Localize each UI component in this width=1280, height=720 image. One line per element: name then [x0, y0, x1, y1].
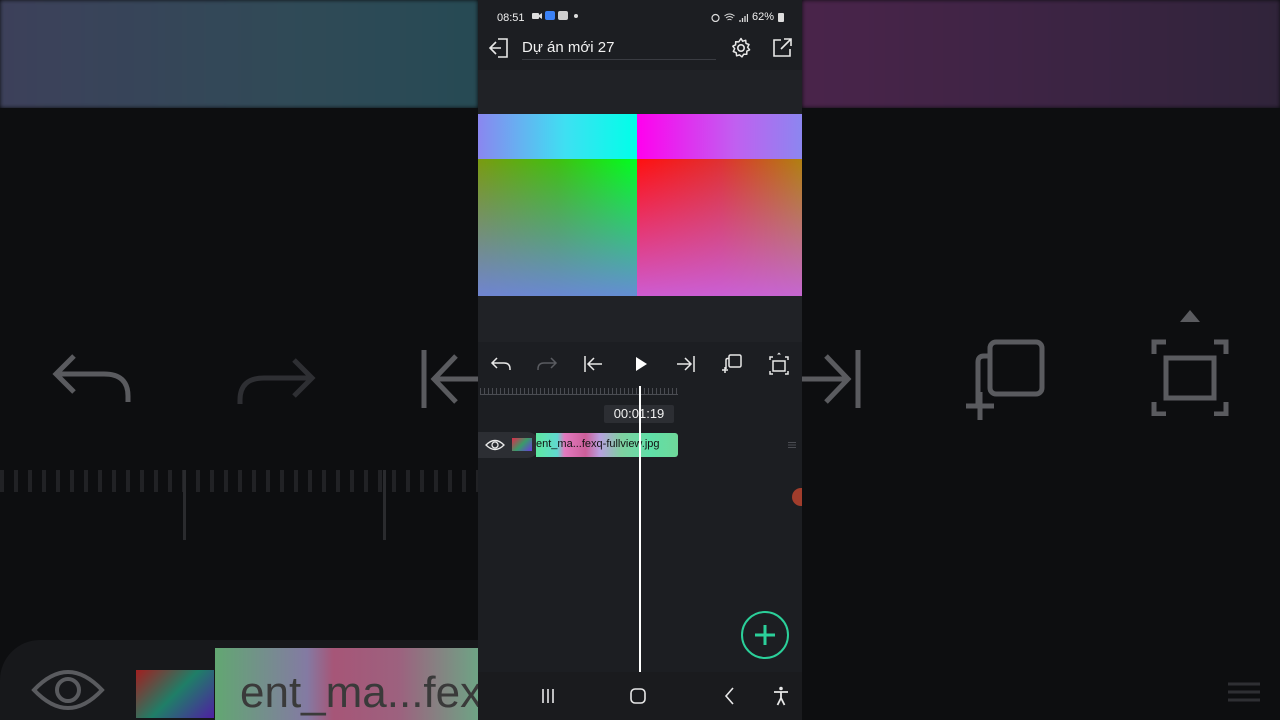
- redo-button[interactable]: [535, 352, 559, 376]
- ruler-baseline: [480, 394, 678, 395]
- backdrop-ruler-mark: [183, 470, 186, 540]
- preview-area: [478, 70, 802, 342]
- time-ruler[interactable]: [480, 388, 678, 406]
- title-underline: [522, 59, 716, 60]
- skip-to-end-button[interactable]: [674, 352, 698, 376]
- app-bar: Dự án mới 27: [478, 28, 802, 70]
- preview-quadrant: [637, 159, 802, 296]
- home-button[interactable]: [626, 684, 650, 708]
- play-button[interactable]: [628, 352, 652, 376]
- settings-button[interactable]: [729, 36, 753, 60]
- add-icon: [755, 625, 775, 645]
- media-clip[interactable]: ent_ma...fexq-fullview.jpg: [536, 433, 678, 457]
- fullscreen-icon: [769, 352, 789, 375]
- camera-notification-icon: [532, 12, 542, 19]
- drag-handle-icon: [788, 442, 796, 448]
- video-preview[interactable]: [478, 114, 802, 296]
- alarm-icon: [711, 13, 720, 22]
- timeline[interactable]: 00:01:19 ent_ma...fexq-fullview.jpg: [478, 386, 802, 672]
- undo-icon: [490, 357, 511, 370]
- track-reorder-handle[interactable]: [787, 441, 797, 449]
- project-title[interactable]: Dự án mới 27: [522, 39, 614, 56]
- play-icon: [636, 357, 647, 371]
- accessibility-icon: [774, 686, 788, 706]
- status-system-icons: 62%: [711, 11, 784, 23]
- backdrop-fullscreen-icon: [1150, 306, 1230, 416]
- screen: ent_ma...fexq 08:51 62% Dự án mới 27 ent…: [0, 0, 1280, 720]
- backdrop-thumbnail: [136, 670, 214, 718]
- playhead[interactable]: [639, 386, 641, 672]
- wifi-icon: [724, 13, 735, 20]
- status-bar: 08:51 62%: [478, 0, 802, 28]
- exit-button[interactable]: [486, 36, 510, 60]
- backdrop-duplicate-icon: [964, 338, 1048, 422]
- skip-start-icon: [584, 356, 602, 372]
- battery-icon: [778, 12, 784, 22]
- back-button[interactable]: [718, 684, 742, 708]
- undo-button[interactable]: [489, 352, 513, 376]
- accessibility-button[interactable]: [769, 684, 793, 708]
- backdrop-left: [0, 108, 478, 720]
- track-visibility-toggle[interactable]: [485, 436, 505, 454]
- phone-screen: 08:51 62% Dự án mới 27 ent_ma...fexq-ful…: [478, 0, 802, 720]
- backdrop-skip-start-icon: [420, 348, 478, 410]
- status-time: 08:51: [497, 12, 525, 24]
- preview-quadrant: [637, 114, 802, 159]
- backdrop-undo-icon: [52, 352, 132, 408]
- track-thumbnail: [512, 438, 532, 451]
- signal-icon: [739, 13, 748, 22]
- backdrop-eye-icon: [30, 668, 106, 712]
- export-button[interactable]: [770, 36, 794, 60]
- backdrop-menu-icon: [1226, 680, 1262, 704]
- redo-icon: [537, 357, 558, 370]
- backdrop-clip-text: ent_ma...fexq: [240, 668, 507, 717]
- skip-end-icon: [677, 356, 695, 372]
- app-notification-icon: [558, 11, 568, 20]
- backdrop-top-left: [0, 0, 478, 108]
- eye-icon: [485, 439, 505, 451]
- system-nav-bar: [478, 672, 802, 720]
- backdrop-redo-icon: [236, 356, 316, 408]
- recents-button[interactable]: [536, 684, 560, 708]
- record-indicator[interactable]: [792, 488, 802, 506]
- backdrop-ruler-mark: [383, 470, 386, 540]
- preview-quadrant: [478, 159, 637, 296]
- add-layer-button[interactable]: [741, 611, 789, 659]
- duplicate-icon: [722, 354, 742, 373]
- settings-icon: [732, 37, 751, 58]
- battery-percent: 62%: [751, 11, 774, 23]
- recents-icon: [542, 689, 554, 703]
- backdrop-top-right: [802, 0, 1280, 108]
- home-icon: [630, 688, 646, 704]
- exit-icon: [488, 38, 508, 58]
- more-notifications-icon: [574, 13, 578, 18]
- app-notification-icon: [545, 11, 555, 20]
- share-icon: [773, 38, 792, 57]
- preview-quadrant: [478, 114, 637, 159]
- backdrop-ruler: [0, 470, 478, 492]
- playback-toolbar: [478, 342, 802, 386]
- fullscreen-button[interactable]: [767, 352, 791, 376]
- clip-filename: ent_ma...fexq-fullview.jpg: [536, 438, 660, 450]
- track-header: [478, 432, 540, 458]
- backdrop-skip-end-icon: [802, 348, 862, 410]
- back-icon: [724, 687, 734, 705]
- status-notification-icons: [532, 11, 578, 20]
- duplicate-button[interactable]: [720, 352, 744, 376]
- skip-to-start-button[interactable]: [581, 352, 605, 376]
